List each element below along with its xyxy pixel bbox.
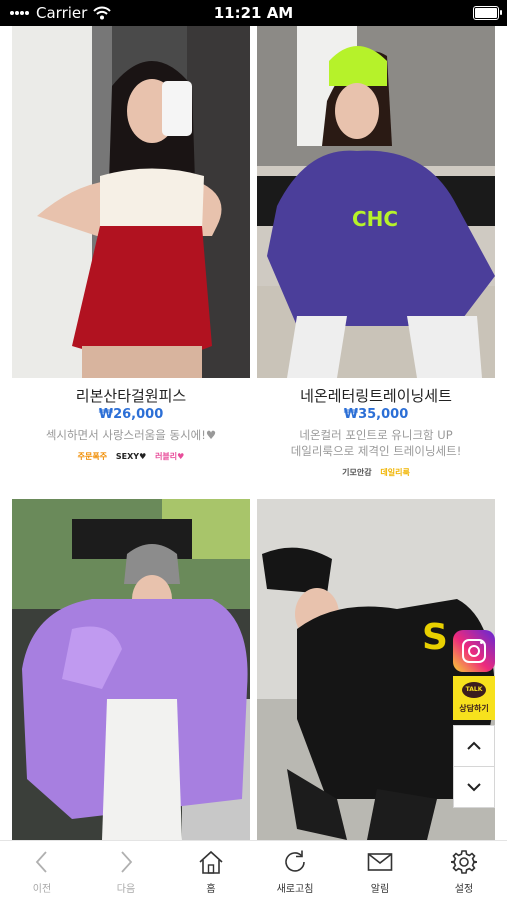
kakao-chat-button[interactable]: TALK 상담하기 xyxy=(453,676,495,720)
tab-label: 새로고침 xyxy=(276,884,314,895)
kakao-talk-icon: TALK xyxy=(462,682,486,698)
description-line: 네온컬러 포인트로 유니크함 UP xyxy=(299,428,453,442)
product-description: 네온컬러 포인트로 유니크함 UP 데일리룩으로 제격인 트레이닝세트! xyxy=(257,427,495,459)
tab-label: 이전 xyxy=(32,884,52,895)
chevron-left-icon xyxy=(35,851,47,873)
tab-notifications[interactable]: 알림 xyxy=(338,841,422,901)
tag-badge: 주문폭주 xyxy=(77,452,108,461)
tag-badge: 러블리♥ xyxy=(155,452,185,461)
product-title[interactable]: 네온레터링트레이닝세트 xyxy=(257,385,495,406)
instagram-button[interactable] xyxy=(453,630,495,672)
chevron-up-icon xyxy=(467,741,481,750)
product-image[interactable]: CHC xyxy=(257,26,495,378)
product-price: ₩26,000 xyxy=(98,407,164,422)
gear-icon xyxy=(451,850,477,874)
product-description: 섹시하면서 사랑스러움을 동시에!♥ xyxy=(12,427,250,443)
status-time: 11:21 AM xyxy=(213,4,294,22)
tag-badge: SEXY♥ xyxy=(115,452,147,461)
product-tags: 기모안감 데일리룩 xyxy=(257,467,495,478)
description-line: 섹시하면서 사랑스러움을 동시에!♥ xyxy=(45,428,217,442)
scroll-bottom-button[interactable] xyxy=(453,766,495,808)
product-grid[interactable]: 리본산타걸원피스 ₩26,000 섹시하면서 사랑스러움을 동시에!♥ 주문폭주… xyxy=(0,26,507,840)
scroll-top-button[interactable] xyxy=(453,725,495,767)
status-bar: Carrier 11:21 AM xyxy=(0,0,507,26)
refresh-icon xyxy=(285,850,305,872)
tab-label: 알림 xyxy=(370,884,390,895)
chevron-right-icon xyxy=(121,851,133,873)
tab-forward[interactable]: 다음 xyxy=(84,841,168,901)
product-image[interactable] xyxy=(12,26,250,378)
mail-icon xyxy=(367,853,393,871)
home-icon xyxy=(199,850,223,874)
tab-label: 다음 xyxy=(116,884,136,895)
product-title[interactable]: 리본산타걸원피스 xyxy=(12,385,250,406)
svg-text:CHC: CHC xyxy=(352,207,398,231)
tag-badge: 데일리룩 xyxy=(380,468,410,477)
chevron-down-icon xyxy=(467,783,481,792)
kakao-chat-label: 상담하기 xyxy=(459,704,489,713)
tab-label: 홈 xyxy=(206,884,216,895)
description-line: 데일리룩으로 제격인 트레이닝세트! xyxy=(290,444,462,458)
tab-label: 설정 xyxy=(454,884,474,895)
tag-badge: 기모안감 xyxy=(342,468,372,477)
tab-home[interactable]: 홈 xyxy=(169,841,253,901)
tab-settings[interactable]: 설정 xyxy=(422,841,506,901)
tab-refresh[interactable]: 새로고침 xyxy=(253,841,337,901)
product-price: ₩35,000 xyxy=(343,407,409,422)
product-image[interactable] xyxy=(12,499,250,840)
bottom-tab-bar: 이전 다음 홈 새로고침 알림 설정 xyxy=(0,840,507,901)
tab-back[interactable]: 이전 xyxy=(0,841,84,901)
product-tags: 주문폭주 SEXY♥ 러블리♥ xyxy=(12,451,250,462)
battery-icon xyxy=(473,6,502,20)
svg-text:S: S xyxy=(422,617,448,658)
